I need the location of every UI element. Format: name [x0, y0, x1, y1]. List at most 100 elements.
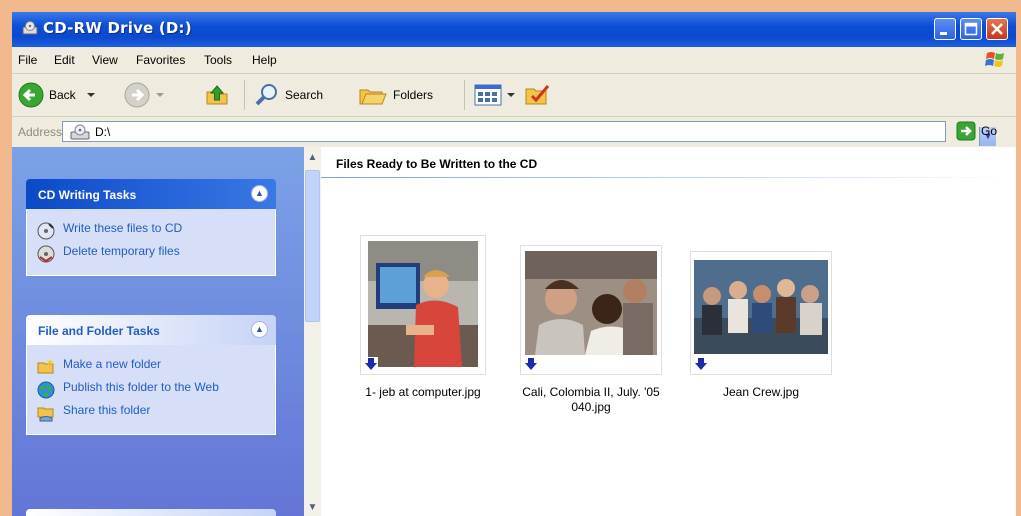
task-label: Share this folder [63, 403, 151, 417]
file-name: Jean Crew.jpg [722, 385, 800, 399]
file-item[interactable]: Jean Crew.jpg [671, 235, 851, 400]
chevron-up-icon: ▲ [255, 188, 264, 198]
window-title: CD-RW Drive (D:) [43, 19, 192, 37]
file-thumbnail [690, 251, 832, 375]
details-header[interactable] [26, 509, 276, 516]
cd-write-icon [37, 222, 55, 240]
panel-body: Write these files to CD Delete temporary… [26, 209, 276, 276]
page-frame: CD-RW Drive (D:) File Edit View Favorite… [0, 0, 1021, 516]
task-share-folder[interactable]: Share this folder [37, 403, 265, 422]
toolbar-separator [464, 80, 465, 110]
maximize-icon [964, 22, 978, 36]
folders-button[interactable]: Folders [358, 80, 433, 110]
up-folder-button[interactable] [204, 80, 230, 110]
title-bar[interactable]: CD-RW Drive (D:) [12, 12, 1016, 47]
address-label: Address [18, 125, 63, 139]
menu-edit[interactable]: Edit [54, 53, 75, 67]
cd-drive-icon [70, 124, 90, 140]
menu-help[interactable]: Help [252, 53, 277, 67]
go-label: Go [981, 124, 998, 138]
menu-favorites[interactable]: Favorites [136, 53, 185, 67]
file-thumbnail [520, 245, 662, 375]
toolbar-separator [244, 80, 245, 110]
share-folder-icon [37, 407, 54, 422]
address-input[interactable]: D:\ ▼ [62, 121, 996, 146]
file-folder-tasks-panel: File and Folder Tasks ▲ Make a new folde… [26, 315, 276, 435]
burn-to-cd-arrow-icon [524, 357, 538, 371]
go-button[interactable]: Go [956, 121, 997, 141]
folder-options-button[interactable] [524, 80, 550, 110]
file-thumbnail [360, 235, 486, 375]
chevron-up-icon: ▲ [255, 324, 264, 334]
search-icon [255, 84, 277, 106]
back-button[interactable]: Back [18, 80, 98, 110]
cd-drive-icon [22, 21, 38, 35]
file-name: 1- jeb at computer.jpg [365, 385, 481, 399]
folders-label: Folders [393, 88, 434, 102]
task-make-new-folder[interactable]: Make a new folder [37, 357, 265, 376]
file-item[interactable]: 1- jeb at computer.jpg [333, 235, 513, 400]
photo-thumbnail [368, 241, 478, 367]
up-folder-icon [206, 85, 228, 105]
panel-title: CD Writing Tasks [38, 188, 137, 202]
burn-to-cd-arrow-icon [694, 357, 708, 371]
photo-thumbnail [525, 251, 657, 355]
task-pane-scrollbar[interactable]: ▲ ▼ [304, 147, 321, 516]
explorer-window: CD-RW Drive (D:) File Edit View Favorite… [12, 12, 1016, 516]
globe-icon [37, 381, 55, 399]
forward-button[interactable] [124, 80, 166, 110]
file-name: Cali, Colombia II, July. '05 040.jpg [522, 385, 660, 414]
burn-to-cd-arrow-icon [364, 357, 378, 371]
views-grid-icon [474, 84, 502, 106]
new-folder-icon [37, 359, 54, 374]
scroll-thumb[interactable] [305, 170, 320, 322]
minimize-button[interactable] [934, 18, 956, 40]
go-arrow-icon [956, 121, 976, 141]
views-button[interactable] [474, 80, 517, 110]
search-button[interactable]: Search [254, 80, 323, 110]
file-list-area: Files Ready to Be Written to the CD 1- j… [321, 147, 1016, 516]
chevron-down-icon [507, 93, 515, 97]
folders-icon [359, 89, 387, 105]
delete-files-icon [37, 245, 55, 263]
task-label: Delete temporary files [63, 244, 180, 258]
file-folder-tasks-header[interactable]: File and Folder Tasks ▲ [26, 315, 276, 345]
menu-file[interactable]: File [18, 53, 37, 67]
maximize-button[interactable] [960, 18, 982, 40]
cd-writing-tasks-panel: CD Writing Tasks ▲ Write these files to … [26, 179, 276, 276]
scroll-up-button[interactable]: ▲ [304, 149, 321, 166]
back-label: Back [49, 88, 76, 102]
chevron-down-icon [86, 93, 95, 97]
standard-toolbar: Back Search Folders [12, 74, 1016, 117]
collapse-button[interactable]: ▲ [251, 321, 268, 338]
task-label: Publish this folder to the Web [63, 380, 219, 394]
folder-checkmark-icon [525, 85, 550, 105]
task-publish-folder-to-web[interactable]: Publish this folder to the Web [37, 380, 265, 399]
panel-title: File and Folder Tasks [38, 324, 160, 338]
close-button[interactable] [986, 18, 1008, 40]
task-label: Make a new folder [63, 357, 162, 371]
task-label: Write these files to CD [63, 221, 183, 235]
address-value: D:\ [95, 125, 111, 139]
close-icon [991, 23, 1003, 35]
details-panel-edge [26, 509, 276, 516]
menu-bar: File Edit View Favorites Tools Help [12, 47, 1016, 74]
menu-tools[interactable]: Tools [204, 53, 232, 67]
group-divider [321, 177, 1016, 178]
task-pane: CD Writing Tasks ▲ Write these files to … [12, 147, 304, 516]
file-item[interactable]: Cali, Colombia II, July. '05 040.jpg [501, 235, 681, 415]
menu-view[interactable]: View [92, 53, 118, 67]
group-title: Files Ready to Be Written to the CD [336, 157, 538, 171]
task-delete-temporary-files[interactable]: Delete temporary files [37, 244, 265, 263]
task-write-files-to-cd[interactable]: Write these files to CD [37, 221, 265, 240]
cd-writing-tasks-header[interactable]: CD Writing Tasks ▲ [26, 179, 276, 209]
chevron-up-icon: ▲ [307, 152, 318, 163]
collapse-button[interactable]: ▲ [251, 185, 268, 202]
scroll-down-button[interactable]: ▼ [304, 499, 321, 516]
forward-arrow-icon [124, 82, 150, 108]
search-label: Search [285, 88, 324, 102]
photo-thumbnail [694, 260, 828, 354]
windows-logo-icon [985, 52, 1004, 67]
panel-body: Make a new folder Publish this folder to… [26, 345, 276, 435]
back-arrow-icon [18, 82, 44, 108]
